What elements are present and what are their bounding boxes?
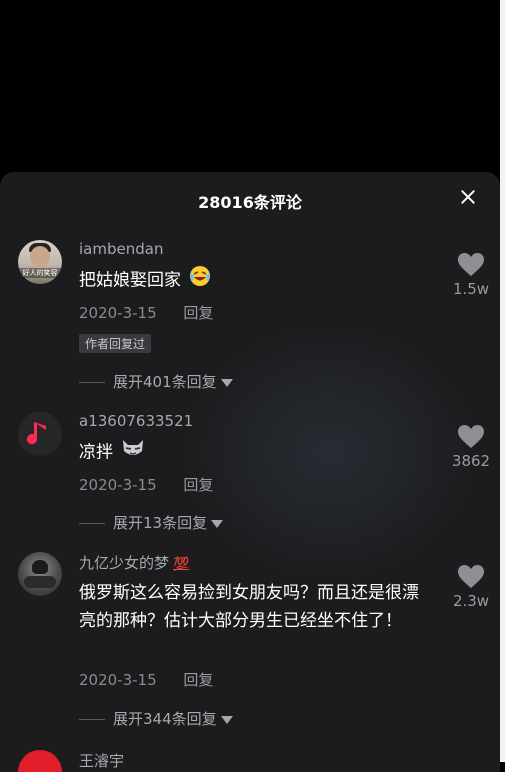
avatar[interactable] <box>18 750 62 772</box>
like-count: 3862 <box>451 452 491 470</box>
comments-count-title: 28016条评论 <box>198 193 302 212</box>
heart-icon <box>458 425 484 448</box>
comment-text: 凉拌 <box>79 437 434 468</box>
comment-meta: 2020-3-15 回复 <box>79 474 213 495</box>
comment-date: 2020-3-15 <box>79 304 157 322</box>
music-note-icon <box>27 422 46 445</box>
hundred-points-emoji: 💯 <box>173 557 190 572</box>
comments-header: 28016条评论 <box>0 172 500 224</box>
avatar[interactable] <box>18 412 62 456</box>
reply-button[interactable]: 回复 <box>183 304 213 322</box>
comment-meta: 2020-3-15 回复 <box>79 669 213 690</box>
comment-date: 2020-3-15 <box>79 671 157 689</box>
rolling-laughing-emoji <box>189 265 211 296</box>
avatar[interactable]: 好人的笑容 <box>18 240 62 284</box>
expand-replies[interactable]: 展开401条回复 <box>79 371 233 392</box>
comment-text: 把姑娘娶回家 <box>79 265 434 296</box>
like-count: 2.3w <box>452 592 490 610</box>
comment-username[interactable]: 王濬宇 <box>79 750 124 771</box>
like-button[interactable]: 1.5w <box>441 252 500 298</box>
chevron-down-icon <box>220 715 233 724</box>
reply-button[interactable]: 回复 <box>183 476 213 494</box>
comments-panel: 28016条评论 好人的笑容 iambendan 把姑娘娶回家 2020-3-1… <box>0 172 500 772</box>
like-button[interactable]: 3862 <box>441 424 500 470</box>
chevron-down-icon <box>211 519 224 528</box>
comment-meta: 2020-3-15 回复 <box>79 302 213 323</box>
close-icon[interactable] <box>456 185 480 209</box>
author-replied-tag: 作者回复过 <box>79 334 152 353</box>
comment-username[interactable]: iambendan <box>79 240 163 258</box>
comment-username[interactable]: a13607633521 <box>79 412 193 430</box>
comment-username[interactable]: 九亿少女的梦 💯 <box>79 552 189 573</box>
heart-icon <box>458 253 484 276</box>
heart-icon <box>458 565 484 588</box>
reply-button[interactable]: 回复 <box>183 671 213 689</box>
avatar[interactable] <box>18 552 62 596</box>
cat-face-emoji <box>121 437 145 468</box>
like-count: 1.5w <box>452 280 490 298</box>
edge-strip <box>500 0 505 762</box>
comment-date: 2020-3-15 <box>79 476 157 494</box>
video-area[interactable] <box>0 0 505 172</box>
expand-replies[interactable]: 展开344条回复 <box>79 708 233 729</box>
like-button[interactable]: 2.3w <box>441 564 500 610</box>
expand-replies[interactable]: 展开13条回复 <box>79 512 224 533</box>
chevron-down-icon <box>220 378 233 387</box>
comment-text: 俄罗斯这么容易捡到女朋友吗？而且还是很漂亮的那种？估计大部分男生已经坐不住了！ <box>79 583 419 631</box>
